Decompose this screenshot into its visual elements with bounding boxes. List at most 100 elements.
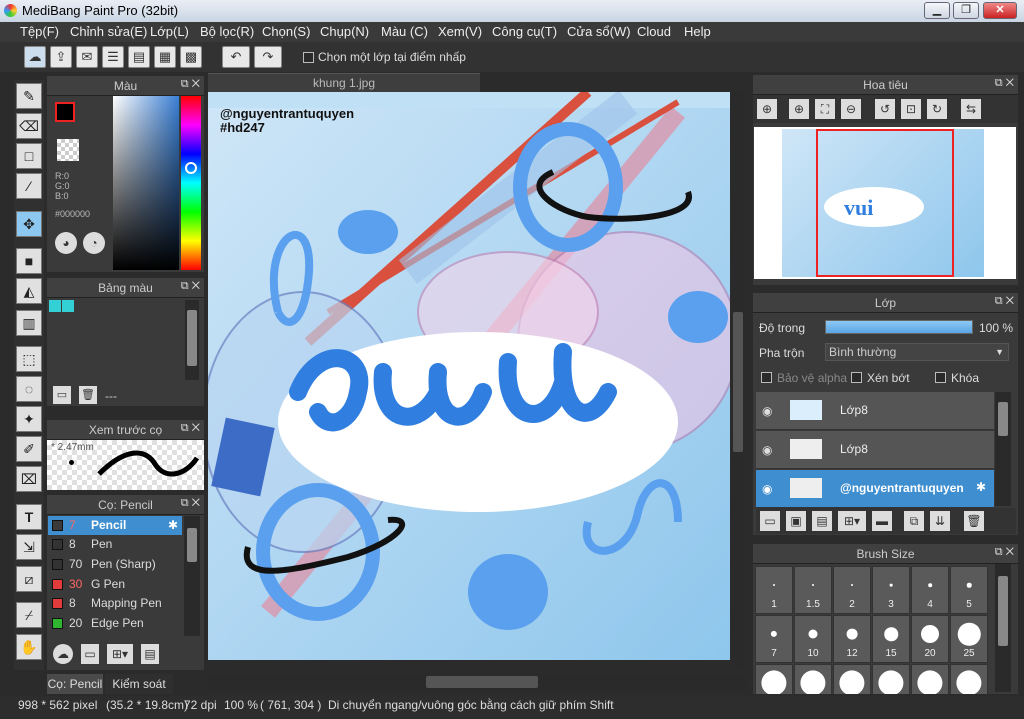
- menu-color[interactable]: Màu (C): [381, 24, 428, 39]
- select-layer-checkbox[interactable]: [303, 52, 314, 63]
- tab-brush[interactable]: Cọ: Pencil: [47, 674, 103, 694]
- brush-size-cell[interactable]: 15: [872, 615, 910, 663]
- add-brush-icon[interactable]: ⊞▾: [107, 644, 133, 664]
- flip-icon[interactable]: ⇆: [961, 99, 981, 119]
- panel-close-icon[interactable]: ⧉ ✕: [995, 546, 1014, 559]
- bucket-icon[interactable]: ◭: [16, 278, 42, 304]
- brush-size-scrollbar[interactable]: [995, 564, 1011, 692]
- brush-size-cell[interactable]: 7: [755, 615, 793, 663]
- cloud-brush-icon[interactable]: ☁: [53, 644, 73, 664]
- fit-icon[interactable]: ⛶: [815, 99, 835, 119]
- menu-help[interactable]: Help: [684, 24, 711, 39]
- palette-swatch-2[interactable]: [62, 300, 74, 312]
- palette-scrollbar[interactable]: [185, 300, 199, 380]
- color-picker-button-icon[interactable]: ◔: [83, 232, 105, 254]
- eraser-tool-icon[interactable]: ⌫: [16, 113, 42, 139]
- select-pen-icon[interactable]: ✐: [16, 436, 42, 462]
- saturation-box[interactable]: [113, 96, 179, 270]
- magic-wand-icon[interactable]: ✦: [16, 406, 42, 432]
- document-tab[interactable]: khung 1.jpg: [208, 73, 480, 92]
- brush-size-cell[interactable]: 10: [794, 615, 832, 663]
- minimize-button[interactable]: ▁: [924, 2, 950, 19]
- zoom-icon[interactable]: ⊕: [757, 99, 777, 119]
- brush-size-cell[interactable]: 20: [911, 615, 949, 663]
- add-layer-menu-icon[interactable]: ⊞▾: [838, 511, 866, 531]
- rect-tool-icon[interactable]: □: [16, 143, 42, 169]
- layer-row[interactable]: ◉ Lớp8: [756, 431, 994, 469]
- move-tool-icon[interactable]: ✥: [16, 211, 42, 237]
- lock-checkbox[interactable]: [935, 372, 946, 383]
- brush-scrollbar[interactable]: [184, 516, 200, 636]
- new-brush-icon[interactable]: ▭: [81, 644, 99, 664]
- comment-icon[interactable]: ✉: [76, 46, 98, 68]
- canvas-hscrollbar[interactable]: [208, 674, 746, 690]
- brush-settings-icon[interactable]: ▤: [141, 644, 159, 664]
- palette-swatch-1[interactable]: [49, 300, 61, 312]
- protect-alpha-checkbox[interactable]: [761, 372, 772, 383]
- zoom-out-icon[interactable]: ⊖: [841, 99, 861, 119]
- zoom-in-icon[interactable]: ⊕: [789, 99, 809, 119]
- gradient-icon[interactable]: ▥: [16, 310, 42, 336]
- gear-icon[interactable]: ✱: [976, 480, 986, 494]
- new-layer-1bit-icon[interactable]: ▤: [812, 511, 832, 531]
- close-button[interactable]: ✕: [983, 2, 1017, 19]
- brush-size-cell[interactable]: [794, 664, 832, 694]
- menu-layer[interactable]: Lớp(L): [150, 24, 189, 39]
- menu-cloud[interactable]: Cloud: [637, 24, 671, 39]
- new-layer-icon[interactable]: ▭: [760, 511, 780, 531]
- cloud-icon[interactable]: ☁: [24, 46, 46, 68]
- delete-palette-icon[interactable]: 🗑: [79, 386, 97, 404]
- layer-scrollbar[interactable]: [995, 392, 1011, 506]
- text-tool-icon[interactable]: T: [16, 504, 42, 530]
- select-rect-icon[interactable]: ⬚: [16, 346, 42, 372]
- brush-size-cell[interactable]: [755, 664, 793, 694]
- brush-item-g-pen[interactable]: 30 G Pen: [48, 575, 182, 594]
- transparent-color[interactable]: [57, 139, 79, 161]
- menu-tools[interactable]: Công cụ(T): [492, 24, 557, 39]
- panel-close-icon[interactable]: ⧉ ✕: [995, 295, 1014, 308]
- panel-close-icon[interactable]: ⧉ ✕: [995, 77, 1014, 90]
- dot-brush-icon[interactable]: ⁄: [16, 173, 42, 199]
- eye-icon[interactable]: ◉: [762, 482, 772, 496]
- maximize-button[interactable]: ❐: [953, 2, 979, 19]
- undo-icon[interactable]: ↶: [222, 46, 250, 68]
- brush-size-cell[interactable]: 25: [950, 615, 988, 663]
- foreground-color[interactable]: [55, 102, 75, 122]
- brush-size-cell[interactable]: 1: [755, 566, 793, 614]
- blend-select[interactable]: Bình thường ▼: [825, 343, 1009, 361]
- tab-brush-control[interactable]: Kiểm soát cọ: [105, 674, 173, 711]
- menu-capture[interactable]: Chụp(N): [320, 24, 369, 39]
- layer-row-selected[interactable]: ◉ @nguyentrantuquyen ✱: [756, 470, 994, 508]
- canvas-vscrollbar[interactable]: [731, 92, 745, 668]
- lasso-icon[interactable]: ◌: [16, 376, 42, 402]
- menu-file[interactable]: Tệp(F): [20, 24, 59, 39]
- menu-window[interactable]: Cửa sổ(W): [567, 24, 631, 39]
- folder-icon[interactable]: ▬: [872, 511, 892, 531]
- rotate-left-icon[interactable]: ↺: [875, 99, 895, 119]
- menu-edit[interactable]: Chỉnh sửa(E): [70, 24, 147, 39]
- merge-layer-icon[interactable]: ⇊: [930, 511, 950, 531]
- operation-icon[interactable]: ⇲: [16, 534, 42, 560]
- select-eraser-icon[interactable]: ⌧: [16, 466, 42, 492]
- reset-icon[interactable]: ⊡: [901, 99, 921, 119]
- divide-icon[interactable]: ⧄: [16, 566, 42, 592]
- menu-select[interactable]: Chọn(S): [262, 24, 310, 39]
- brush-size-cell[interactable]: 2: [833, 566, 871, 614]
- duplicate-layer-icon[interactable]: ⧉: [904, 511, 924, 531]
- brush-size-cell[interactable]: 12: [833, 615, 871, 663]
- panel-icon[interactable]: ▦: [154, 46, 176, 68]
- new-halftone-icon[interactable]: ▣: [786, 511, 806, 531]
- canvas[interactable]: @nguyentrantuquyen #hd247: [208, 92, 730, 660]
- eyedropper-icon[interactable]: ⌿: [16, 602, 42, 628]
- brush-item-mapping-pen[interactable]: 8 Mapping Pen: [48, 594, 182, 613]
- hue-handle[interactable]: [185, 162, 197, 174]
- panel-close-icon[interactable]: ⧉ ✕: [181, 497, 200, 510]
- brush-item-pen[interactable]: 8 Pen: [48, 535, 182, 554]
- brush-tool-icon[interactable]: ✎: [16, 83, 42, 109]
- brush-item-edge-pen[interactable]: 20 Edge Pen: [48, 614, 182, 633]
- menu-filter[interactable]: Bộ lọc(R): [200, 24, 254, 39]
- navigator-viewport[interactable]: [816, 129, 954, 277]
- brush-size-cell[interactable]: 4: [911, 566, 949, 614]
- share-icon[interactable]: ⇪: [50, 46, 72, 68]
- hue-slider[interactable]: [181, 96, 201, 270]
